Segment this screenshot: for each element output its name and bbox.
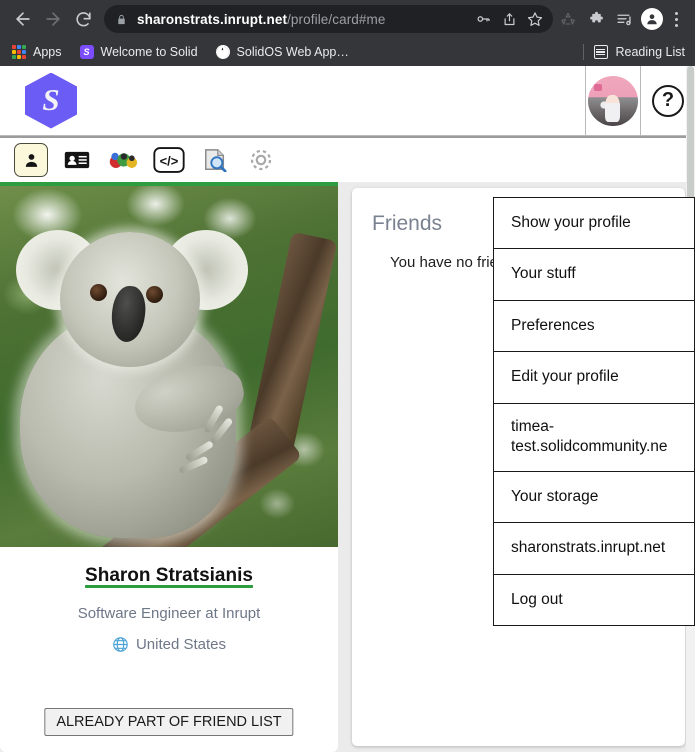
solid-logo-letter: S (42, 82, 60, 117)
svg-text:</>: </> (160, 154, 179, 169)
key-icon[interactable] (471, 7, 495, 31)
menu-item-log-out[interactable]: Log out (494, 574, 694, 626)
reading-list-icon[interactable] (611, 5, 637, 33)
menu-item-your-storage[interactable]: Your storage (494, 471, 694, 524)
reading-list-label: Reading List (615, 45, 686, 59)
bookmark-apps[interactable]: Apps (10, 41, 70, 63)
profile-location-label: United States (135, 636, 227, 653)
page-content: S ? </> Sharon Stratsianis Software Engi… (0, 66, 695, 752)
reload-icon[interactable] (68, 4, 98, 34)
groups-tab[interactable] (106, 143, 140, 177)
kebab-menu-icon[interactable] (665, 5, 687, 33)
url-host: sharonstrats.inrupt.net (137, 11, 288, 27)
bookmark-label: SolidOS Web App… (236, 45, 349, 59)
menu-item-timea-test-pod[interactable]: timea-test.solidcommunity.ne (494, 403, 694, 472)
bookmarks-bar: Apps S Welcome to Solid SolidOS Web App…… (0, 38, 695, 66)
koala-photo (0, 182, 338, 547)
source-code-tab[interactable]: </> (152, 143, 186, 177)
profile-info: Sharon Stratsianis Software Engineer at … (0, 547, 338, 752)
bookmark-label: Apps (33, 45, 62, 59)
bookmark-welcome-to-solid[interactable]: S Welcome to Solid (78, 41, 206, 63)
globe-favicon (215, 45, 230, 59)
bookmark-label: Welcome to Solid (100, 45, 198, 59)
profile-location: United States (112, 636, 226, 653)
user-avatar-button[interactable] (585, 66, 640, 135)
already-part-of-friend-list-button[interactable]: ALREADY PART OF FRIEND LIST (44, 708, 294, 736)
star-icon[interactable] (523, 7, 547, 31)
globe-icon (112, 636, 129, 653)
reading-list-button[interactable]: Reading List (593, 45, 686, 59)
question-mark-icon: ? (652, 84, 684, 117)
reading-list-icon (593, 45, 608, 59)
bookmark-solidos-web-app[interactable]: SolidOS Web App… (214, 41, 357, 63)
person-icon (25, 153, 37, 167)
browser-nav-row: sharonstrats.inrupt.net/profile/card#me (0, 0, 695, 38)
menu-item-your-stuff[interactable]: Your stuff (494, 249, 694, 301)
address-bar[interactable]: sharonstrats.inrupt.net/profile/card#me (104, 5, 553, 33)
lock-icon (116, 13, 127, 26)
solid-logo[interactable]: S (25, 72, 77, 129)
page-title: Sharon Stratsianis (85, 565, 253, 586)
profile-tab[interactable] (14, 143, 48, 177)
profile-avatar-icon[interactable] (641, 8, 663, 30)
forward-icon[interactable] (38, 4, 68, 34)
user-menu-dropdown: Show your profile Your stuff Preferences… (493, 197, 695, 627)
bookmarks-divider (582, 44, 584, 60)
browser-chrome: sharonstrats.inrupt.net/profile/card#me (0, 0, 695, 66)
menu-item-show-your-profile[interactable]: Show your profile (494, 198, 694, 250)
inspect-tab[interactable] (198, 143, 232, 177)
puzzle-icon[interactable] (583, 5, 609, 33)
profile-role: Software Engineer at Inrupt (77, 605, 261, 622)
share-icon[interactable] (497, 7, 521, 31)
magnifier-document-icon (205, 149, 227, 172)
url-path: /profile/card#me (287, 11, 386, 27)
settings-tab[interactable] (244, 143, 278, 177)
menu-item-sharonstrats-pod[interactable]: sharonstrats.inrupt.net (494, 523, 694, 575)
solid-favicon: S (79, 45, 94, 59)
gear-icon (250, 149, 272, 171)
id-card-icon (64, 151, 90, 169)
url-text: sharonstrats.inrupt.net/profile/card#me (137, 12, 469, 27)
app-tabstrip: </> (0, 136, 695, 182)
profile-card: Sharon Stratsianis Software Engineer at … (0, 182, 338, 752)
user-avatar-photo (588, 75, 638, 126)
back-icon[interactable] (8, 4, 38, 34)
menu-item-edit-your-profile[interactable]: Edit your profile (494, 352, 694, 404)
app-header: S ? (0, 66, 695, 136)
menu-item-preferences[interactable]: Preferences (494, 300, 694, 353)
people-circles-icon (109, 152, 138, 168)
code-brackets-icon: </> (153, 147, 185, 173)
recycle-icon[interactable] (555, 5, 581, 33)
contact-card-tab[interactable] (60, 143, 94, 177)
apps-grid-icon (12, 45, 26, 59)
help-label: ? (661, 88, 675, 111)
